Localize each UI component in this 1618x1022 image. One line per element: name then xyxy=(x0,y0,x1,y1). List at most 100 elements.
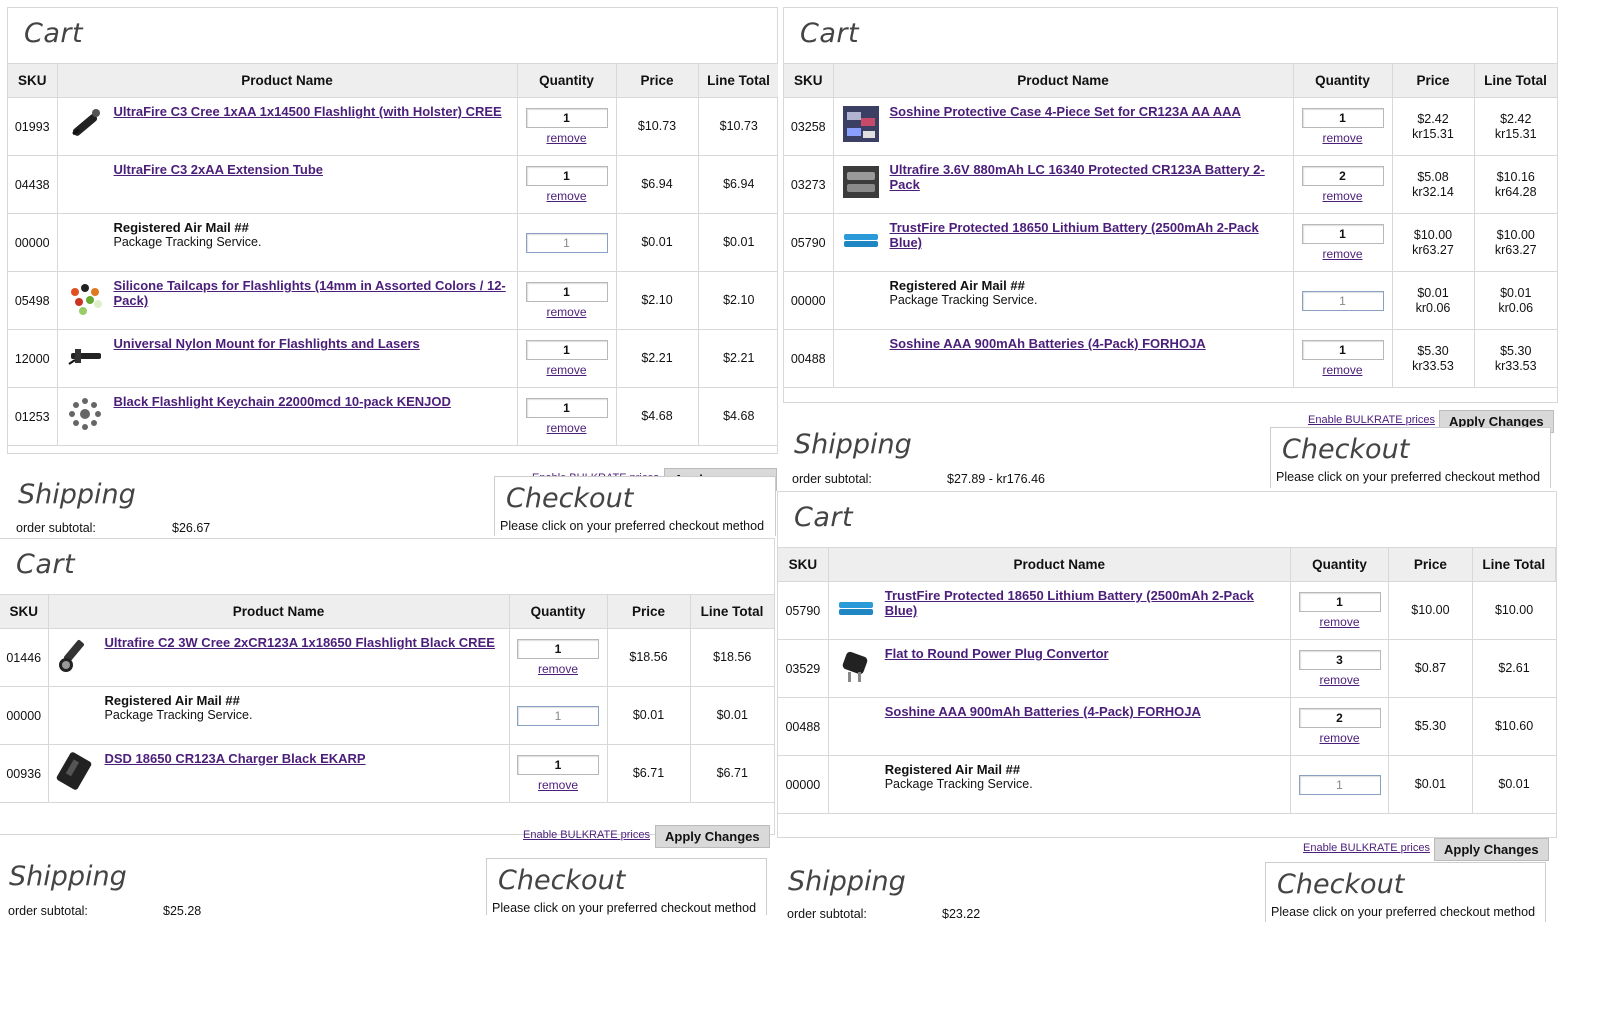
sku-cell: 00936 xyxy=(0,744,49,803)
product-link[interactable]: Flat to Round Power Plug Convertor xyxy=(885,646,1109,661)
quantity-input[interactable]: 1 xyxy=(525,108,608,128)
remove-link[interactable]: remove xyxy=(519,421,615,435)
remove-link[interactable]: remove xyxy=(519,363,615,377)
product-link[interactable]: Soshine Protective Case 4-Piece Set for … xyxy=(890,104,1241,119)
price-header: Price xyxy=(616,63,699,98)
tailcaps-icon xyxy=(64,278,106,318)
product-link[interactable]: UltraFire C3 2xAA Extension Tube xyxy=(114,162,324,177)
quantity-input[interactable]: 1 xyxy=(1298,592,1381,612)
remove-link[interactable]: remove xyxy=(1292,615,1387,629)
remove-link[interactable]: remove xyxy=(511,662,606,676)
enable-bulkrate-link[interactable]: Enable BULKRATE prices xyxy=(523,829,650,841)
line-total-header: Line Total xyxy=(1474,63,1558,98)
plug-icon xyxy=(835,646,877,686)
quantity-input[interactable]: 1 xyxy=(517,755,599,775)
mount-icon xyxy=(64,336,106,376)
remove-link[interactable]: remove xyxy=(1295,189,1391,203)
price-cell: $2.42 kr15.31 xyxy=(1392,97,1475,156)
remove-link[interactable]: remove xyxy=(519,305,615,319)
line-total-value: $0.01 xyxy=(716,708,748,722)
product-link[interactable]: Black Flashlight Keychain 22000mcd 10-pa… xyxy=(114,394,451,409)
cart-row: 01993 UltraFire C3 Cree 1xAA 1x14500 Flas… xyxy=(8,97,778,156)
remove-link[interactable]: remove xyxy=(1295,131,1391,145)
remove-link[interactable]: remove xyxy=(1295,363,1391,377)
remove-link[interactable]: remove xyxy=(1292,673,1387,687)
cart-table: SKU Product Name Quantity Price Line Tot… xyxy=(778,547,1557,814)
remove-link[interactable]: remove xyxy=(1295,247,1391,261)
product-cell: Registered Air Mail ## Package Tracking S… xyxy=(48,686,510,745)
quantity-input[interactable]: 2 xyxy=(1298,708,1381,728)
quantity-input[interactable]: 3 xyxy=(1298,650,1381,670)
line-total-value-krone: kr33.53 xyxy=(1494,358,1537,373)
product-link[interactable]: DSD 18650 CR123A Charger Black EKARP xyxy=(105,751,366,766)
quantity-input[interactable]: 1 xyxy=(525,282,608,302)
quantity-input[interactable]: 1 xyxy=(525,398,608,418)
line-total-header: Line Total xyxy=(690,594,775,629)
price-value-krone: kr32.14 xyxy=(1412,184,1454,199)
cart-row: 00488 Soshine AAA 900mAh Batteries (4-Pac… xyxy=(778,697,1556,756)
line-total-value: $2.61 xyxy=(1498,661,1530,675)
quantity-input[interactable]: 2 xyxy=(1301,166,1384,186)
enable-bulkrate-link[interactable]: Enable BULKRATE prices xyxy=(1303,842,1430,854)
product-link[interactable]: Universal Nylon Mount for Flashlights an… xyxy=(114,336,420,351)
product-link[interactable]: Ultrafire C2 3W Cree 2xCR123A 1x18650 Fl… xyxy=(105,635,495,650)
quantity-input[interactable]: 1 xyxy=(1301,108,1384,128)
product-link[interactable]: Silicone Tailcaps for Flashlights (14mm … xyxy=(114,278,506,308)
product-link[interactable]: TrustFire Protected 18650 Lithium Batter… xyxy=(890,220,1259,250)
enable-bulkrate-link[interactable]: Enable BULKRATE prices xyxy=(1308,414,1435,426)
remove-link[interactable]: remove xyxy=(1292,731,1387,745)
apply-changes-button[interactable]: Apply Changes xyxy=(1434,838,1549,861)
price-value: $0.87 xyxy=(1414,661,1447,675)
sku-header: SKU xyxy=(778,547,829,582)
price-cell: $6.94 xyxy=(616,155,699,214)
line-total-cell: $4.68 xyxy=(698,387,778,446)
product-link[interactable]: UltraFire C3 Cree 1xAA 1x14500 Flashligh… xyxy=(114,104,502,119)
quantity-cell: 2 remove xyxy=(1290,697,1390,756)
price-cell: $6.71 xyxy=(607,744,691,803)
cart-row: 05498 Silicone Tailcaps for Flashlights (… xyxy=(8,271,778,330)
price-cell: $4.68 xyxy=(616,387,699,446)
price-cell: $10.00 xyxy=(1388,581,1473,640)
cart-box: Cart SKU Product Name Quantity Price Lin… xyxy=(783,7,1558,433)
shipping-service-name: Registered Air Mail ## xyxy=(884,762,1021,777)
price-value: $0.01 xyxy=(641,235,673,249)
order-subtotal-value: $23.22 xyxy=(942,907,981,921)
cart-row: 03529 Flat to Round Power Plug Convertor 3… xyxy=(778,639,1556,698)
sku-header: SKU xyxy=(784,63,834,98)
price-cell: $2.21 xyxy=(616,329,699,388)
quantity-input[interactable]: 1 xyxy=(525,166,608,186)
remove-link[interactable]: remove xyxy=(519,189,615,203)
checkout-heading: Checkout xyxy=(1277,869,1405,900)
product-link[interactable]: Ultrafire 3.6V 880mAh LC 16340 Protected… xyxy=(890,162,1265,192)
order-subtotal-label: order subtotal: xyxy=(787,907,867,921)
cart-row: 03273 Ultrafire 3.6V 880mAh LC 16340 Prot… xyxy=(784,155,1557,214)
line-total-cell: $0.01 xyxy=(690,686,774,745)
product-link[interactable]: Soshine AAA 900mAh Batteries (4-Pack) FO… xyxy=(890,336,1206,351)
product-cell: Registered Air Mail ## Package Tracking S… xyxy=(57,213,518,272)
price-value-krone: kr63.27 xyxy=(1412,242,1454,257)
quantity-input[interactable]: 1 xyxy=(1301,224,1384,244)
cart-row: 12000 Universal Nylon Mount for Flashligh… xyxy=(8,329,778,388)
shipping-service-note: Package Tracking Service. xyxy=(889,293,1038,307)
price-cell: $0.01 xyxy=(1388,755,1473,814)
apply-changes-button[interactable]: Apply Changes xyxy=(655,825,770,848)
line-total-cell: $18.56 xyxy=(690,628,774,687)
quantity-cell: 1 xyxy=(1293,271,1393,330)
price-value: $5.30 xyxy=(1414,719,1447,733)
price-value: $2.10 xyxy=(641,293,673,307)
cart-row: 00488 Soshine AAA 900mAh Batteries (4-Pac… xyxy=(784,329,1557,388)
product-link[interactable]: TrustFire Protected 18650 Lithium Batter… xyxy=(885,588,1254,618)
line-total-value: $18.56 xyxy=(713,650,752,664)
quantity-input[interactable]: 1 xyxy=(517,639,599,659)
product-link[interactable]: Soshine AAA 900mAh Batteries (4-Pack) FO… xyxy=(885,704,1201,719)
quantity-input[interactable]: 1 xyxy=(1301,340,1384,360)
quantity-input[interactable]: 1 xyxy=(525,340,608,360)
sku-cell: 03529 xyxy=(778,639,829,698)
remove-link[interactable]: remove xyxy=(519,131,615,145)
shipping-heading: Shipping xyxy=(788,866,906,897)
cart-row: 01446 Ultrafire C2 3W Cree 2xCR123A 1x186… xyxy=(0,628,774,687)
line-total-cell: $10.00 kr63.27 xyxy=(1474,213,1557,272)
product-cell: Flat to Round Power Plug Convertor xyxy=(828,639,1291,698)
line-total-value: $2.21 xyxy=(723,351,755,365)
remove-link[interactable]: remove xyxy=(511,778,606,792)
